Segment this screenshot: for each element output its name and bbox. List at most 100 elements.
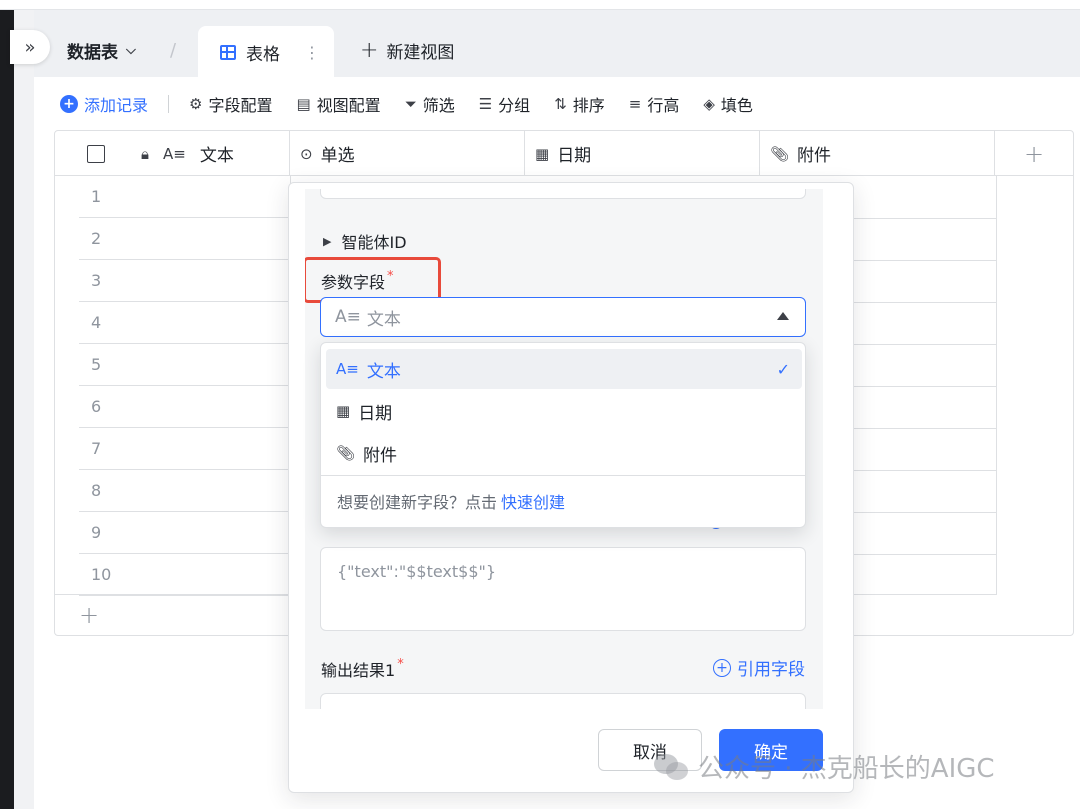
previous-field-input[interactable] [320, 189, 806, 199]
filter-button[interactable]: ⏷ 筛选 [405, 92, 455, 116]
select-value: 文本 [366, 309, 401, 330]
group-label: 分组 [498, 96, 531, 115]
table-row[interactable]: 4 [79, 302, 289, 344]
paperclip-icon: 📎︎ [770, 144, 790, 163]
fill-color-label: 填色 [720, 96, 753, 115]
dropdown-divider [321, 475, 805, 476]
plus-circle-icon: + [713, 658, 731, 677]
add-record-button[interactable]: + 添加记录 [60, 92, 148, 116]
column-label: 日期 [557, 146, 592, 166]
option-label: 文本 [366, 361, 401, 382]
watermark: 公众号 · 杰克船长的AIGC [654, 748, 995, 785]
double-chevron-right-icon: » [24, 36, 36, 58]
row-height-icon: ≡ [628, 95, 642, 113]
table-row[interactable]: 10 [79, 554, 289, 596]
field-config-label: 字段配置 [208, 96, 273, 115]
new-view-label: 新建视图 [386, 43, 455, 63]
option-label: 附件 [363, 445, 398, 466]
output-result-input[interactable] [320, 693, 806, 709]
text-type-icon: A≡ [335, 307, 361, 327]
table-row[interactable]: 6 [79, 386, 289, 428]
row-height-button[interactable]: ≡ 行高 [629, 92, 680, 116]
checkmark-icon: ✓ [776, 359, 790, 379]
param-field-select[interactable]: A≡ 文本 [320, 297, 806, 337]
expand-sidebar-button[interactable]: » [10, 30, 50, 64]
text-type-icon: A≡ [162, 144, 186, 163]
option-label: 日期 [358, 403, 393, 424]
reference-field-button[interactable]: + 引用字段 [713, 655, 805, 680]
add-column-button[interactable]: + [995, 131, 1073, 176]
dropdown-option-text[interactable]: A≡ 文本 ✓ [326, 349, 802, 389]
column-divider [996, 176, 997, 594]
table-row[interactable]: 3 [79, 260, 289, 302]
filter-icon: ⏷ [404, 95, 417, 113]
gear-icon: ⚙ [189, 95, 203, 113]
view-settings-icon: ▤ [296, 95, 311, 113]
fill-color-button[interactable]: ◈ 填色 [703, 92, 753, 116]
row-height-label: 行高 [647, 96, 680, 115]
lock-icon: 🔒︎ [141, 144, 149, 163]
group-icon: ☰ [478, 95, 493, 113]
request-body-textarea[interactable]: {"text":"$$text$$"} [320, 547, 806, 631]
wechat-logo-icon [654, 752, 690, 782]
column-label: 单选 [320, 146, 355, 166]
table-row[interactable]: 9 [79, 512, 289, 554]
select-all-checkbox[interactable] [87, 144, 105, 163]
column-header-attachment[interactable]: 📎︎ 附件 [760, 131, 995, 176]
table-name-dropdown[interactable]: 数据表 ⌵ [67, 38, 136, 63]
request-body-placeholder: {"text":"$$text$$"} [337, 562, 497, 581]
chevron-down-icon: ⌵ [126, 43, 136, 58]
window-top-edge [0, 0, 1080, 10]
sort-label: 排序 [572, 96, 605, 115]
calendar-icon: ▦ [336, 402, 351, 420]
more-vertical-icon[interactable]: ⋮ [304, 43, 320, 62]
add-row-button[interactable]: + [79, 601, 99, 629]
view-config-button[interactable]: ▤ 视图配置 [296, 92, 380, 116]
field-config-button[interactable]: ⚙ 字段配置 [189, 92, 272, 116]
grid-header: 🔒︎ A≡ 文本 ⊙ 单选 ▦ 日期 📎︎ 附件 + [55, 131, 1073, 176]
view-toolbar: + 添加记录 ⚙ 字段配置 ▤ 视图配置 ⏷ 筛选 ☰ 分组 ⇅ 排序 ≡ 行高… [60, 90, 777, 118]
reference-field-label: 引用字段 [737, 660, 805, 680]
tab-grid-view[interactable]: 表格 ⋮ [198, 26, 334, 78]
text-type-icon: A≡ [336, 360, 359, 378]
group-button[interactable]: ☰ 分组 [479, 92, 530, 116]
tab-grid-view-label: 表格 [246, 44, 280, 65]
table-row[interactable]: 7 [79, 428, 289, 470]
caret-up-icon [777, 312, 789, 320]
column-header-date[interactable]: ▦ 日期 [525, 131, 760, 176]
caret-right-icon: ▶ [323, 234, 332, 248]
table-row[interactable]: 8 [79, 470, 289, 512]
dropdown-option-attachment[interactable]: 📎︎ 附件 [326, 433, 802, 473]
table-row[interactable]: 2 [79, 218, 289, 260]
breadcrumb-divider: / [170, 40, 177, 61]
field-dropdown-menu: A≡ 文本 ✓ ▦ 日期 📎︎ 附件 想要创建新字段？点击 快速创建 [320, 342, 806, 528]
required-mark: * [397, 657, 404, 672]
agent-id-collapsible[interactable]: ▶ 智能体ID [323, 229, 407, 253]
single-select-icon: ⊙ [300, 144, 313, 163]
calendar-icon: ▦ [535, 144, 550, 163]
column-header-single-select[interactable]: ⊙ 单选 [290, 131, 525, 176]
sidebar-gutter [14, 10, 34, 809]
footer-text: 想要创建新字段？点击 [337, 493, 498, 512]
table-row[interactable]: 5 [79, 344, 289, 386]
sort-button[interactable]: ⇅ 排序 [554, 92, 605, 116]
column-header-text[interactable]: 🔒︎ A≡ 文本 [55, 131, 290, 176]
plus-circle-icon: + [60, 95, 78, 113]
quick-create-link[interactable]: 快速创建 [501, 493, 565, 512]
output-result-label: 输出结果1 * [321, 657, 404, 680]
table-icon [220, 44, 236, 60]
left-rail [0, 10, 14, 809]
column-label: 附件 [797, 146, 832, 166]
new-view-button[interactable]: + 新建视图 [360, 38, 454, 63]
paint-bucket-icon: ◈ [703, 95, 715, 113]
paperclip-icon: 📎︎ [336, 444, 356, 462]
watermark-text: 公众号 · 杰克船长的AIGC [698, 754, 995, 784]
view-config-label: 视图配置 [316, 96, 381, 115]
sort-icon: ⇅ [554, 95, 567, 113]
table-row[interactable]: 1 [79, 176, 289, 218]
plus-icon: + [1023, 139, 1045, 168]
dropdown-footer: 想要创建新字段？点击 快速创建 [337, 489, 565, 513]
filter-label: 筛选 [422, 96, 455, 115]
add-record-label: 添加记录 [84, 96, 149, 115]
dropdown-option-date[interactable]: ▦ 日期 [326, 391, 802, 431]
